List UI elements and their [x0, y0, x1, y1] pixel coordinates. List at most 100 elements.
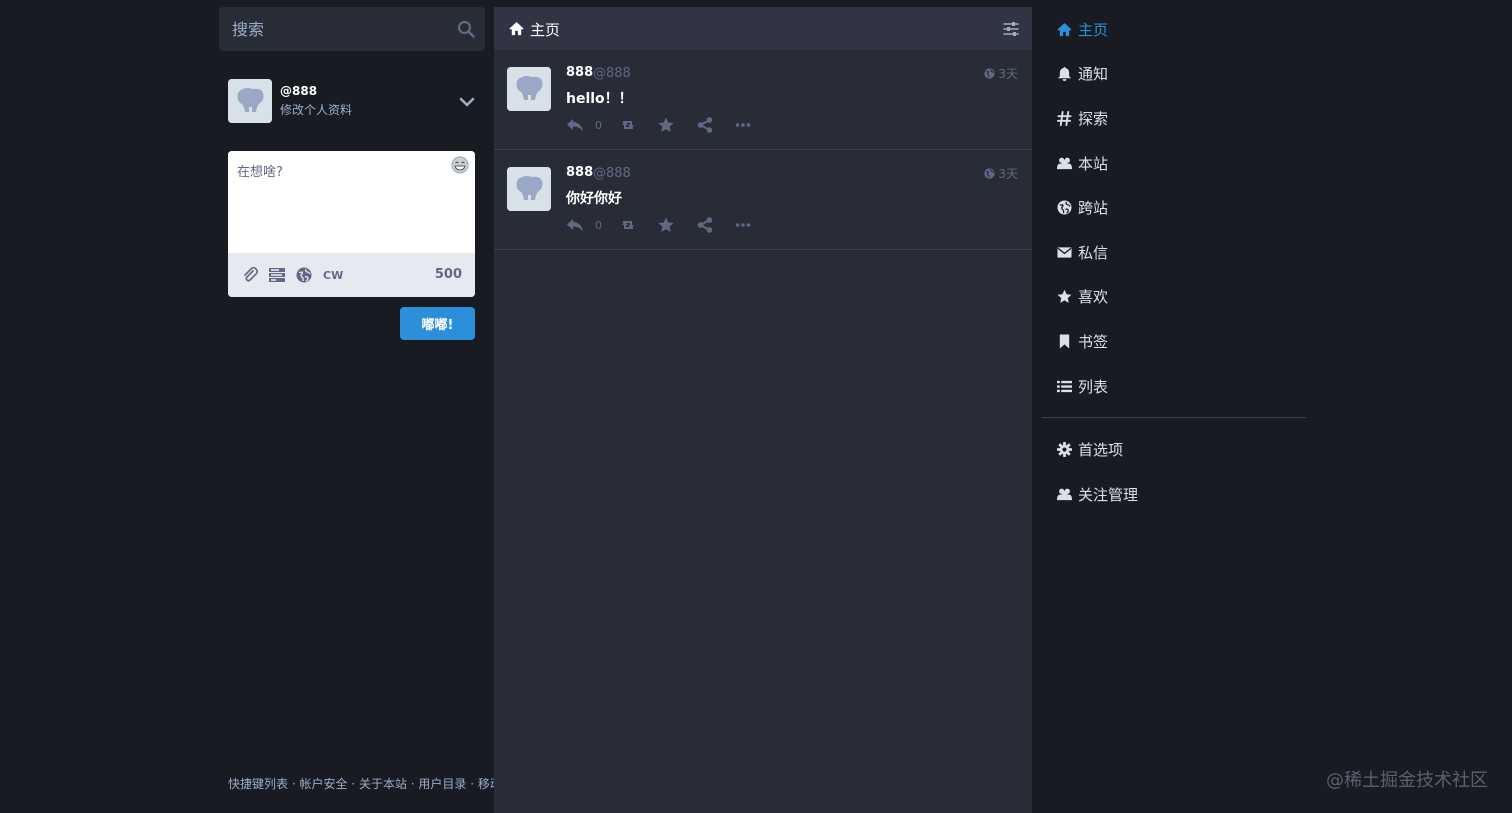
reply-button[interactable]	[566, 216, 584, 234]
nav-settings-list: 首选项 关注管理	[1042, 427, 1306, 516]
poll-icon[interactable]	[269, 267, 285, 283]
reply-icon	[567, 219, 583, 232]
display-name[interactable]: 888	[566, 65, 593, 80]
retweet-icon	[622, 121, 634, 129]
elephant-avatar-icon	[507, 67, 551, 111]
share-button[interactable]	[696, 216, 714, 234]
bookmark-icon	[1059, 334, 1070, 349]
favourite-button[interactable]	[657, 116, 675, 134]
favourite-button[interactable]	[657, 216, 675, 234]
footer-separator: ·	[466, 777, 478, 791]
compose-textarea[interactable]	[228, 151, 475, 253]
status[interactable]: 888 @888 3天 hello！！ 0	[494, 50, 1032, 150]
users-icon	[1057, 157, 1072, 169]
nav-item-label: 首选项	[1078, 441, 1124, 460]
nav-item[interactable]: 列表	[1042, 364, 1306, 409]
search-input[interactable]	[219, 7, 485, 51]
bell-icon	[1057, 67, 1072, 82]
nav-item[interactable]: 首选项	[1042, 427, 1306, 472]
home-timeline-column: 主页 888 @888 3天 hello！！ 0 888 @888 3天 你好你好 0	[494, 7, 1032, 813]
star-icon	[1057, 290, 1072, 304]
edit-profile-link[interactable]: 修改个人资料	[280, 101, 352, 118]
reply-count: 0	[595, 219, 602, 232]
elephant-avatar-icon	[507, 167, 551, 211]
display-name[interactable]: 888	[566, 165, 593, 180]
footer-links: 快捷键列表 · 帐户安全 · 关于本站 · 用户目录 · 移动应用 · 使用条款…	[228, 776, 692, 793]
account-card: @888 修改个人资料	[228, 79, 476, 125]
column-settings-icon[interactable]	[1003, 21, 1019, 37]
column-header[interactable]: 主页	[494, 7, 1032, 50]
nav-item[interactable]: 私信	[1042, 230, 1306, 275]
status-actions: 0	[566, 216, 866, 236]
elephant-avatar-icon	[228, 79, 272, 123]
status-time[interactable]: 3天	[984, 65, 1018, 82]
globe-icon[interactable]	[296, 267, 312, 283]
column-title: 主页	[530, 21, 561, 39]
more-button[interactable]	[734, 116, 752, 134]
status-time-label: 3天	[998, 167, 1018, 181]
nav-main-list: 主页 通知探索本站跨站私信喜欢书签 列表	[1042, 7, 1306, 408]
share-icon	[697, 217, 713, 233]
username[interactable]: @888	[593, 166, 631, 181]
reply-button[interactable]	[566, 116, 584, 134]
footer-link[interactable]: 快捷键列表	[228, 777, 288, 791]
retweet-icon	[622, 221, 634, 229]
app: @888 修改个人资料	[0, 0, 1512, 813]
footer-link[interactable]: 关于本站	[359, 777, 407, 791]
nav-item[interactable]: 跨站	[1042, 185, 1306, 230]
more-button[interactable]	[734, 216, 752, 234]
nav-item-label: 探索	[1078, 109, 1109, 128]
avatar[interactable]	[228, 79, 272, 123]
status-actions: 0	[566, 116, 866, 136]
status-content: hello！！	[566, 91, 633, 107]
publish-button[interactable]: 嘟嘟!	[400, 307, 475, 340]
reply-count: 0	[595, 119, 602, 132]
list-icon	[1057, 380, 1072, 392]
users-icon	[1057, 488, 1072, 500]
compose-panel: @888 修改个人资料	[219, 7, 692, 813]
status-content: 你好你好	[566, 191, 622, 207]
reply-icon	[567, 119, 583, 132]
boost-button[interactable]	[619, 216, 637, 234]
footer-separator: ·	[406, 777, 419, 791]
emoji-picker-icon[interactable]	[451, 156, 469, 174]
status-time-label: 3天	[998, 67, 1018, 81]
nav-item[interactable]: 关注管理	[1042, 472, 1306, 517]
gear-icon	[1057, 442, 1072, 458]
nav-item[interactable]: 本站	[1042, 141, 1306, 186]
status-list: 888 @888 3天 hello！！ 0 888 @888 3天 你好你好 0	[494, 50, 1032, 250]
share-button[interactable]	[696, 116, 714, 134]
footer-link[interactable]: 帐户安全	[299, 777, 347, 791]
nav-item[interactable]: 主页	[1042, 7, 1306, 52]
boost-button[interactable]	[619, 116, 637, 134]
search-icon[interactable]	[457, 20, 475, 38]
footer-separator: ·	[288, 777, 300, 791]
home-icon	[509, 21, 524, 36]
nav-item-label: 私信	[1078, 243, 1109, 262]
paperclip-icon[interactable]	[242, 267, 258, 283]
nav-item[interactable]: 探索	[1042, 96, 1306, 141]
nav-item-label: 关注管理	[1078, 485, 1139, 504]
search-box	[219, 7, 485, 51]
nav-item[interactable]: 书签	[1042, 319, 1306, 364]
status[interactable]: 888 @888 3天你好你好 0	[494, 150, 1032, 250]
nav-item-label: 喜欢	[1078, 288, 1109, 307]
nav-item[interactable]: 喜欢	[1042, 275, 1306, 320]
avatar[interactable]	[507, 67, 551, 111]
account-handle[interactable]: @888	[280, 84, 317, 98]
compose-form: CW 500	[228, 151, 475, 297]
chevron-down-icon[interactable]	[458, 93, 476, 111]
nav-item-label: 跨站	[1078, 199, 1109, 218]
nav-item[interactable]: 通知	[1042, 52, 1306, 97]
username[interactable]: @888	[593, 66, 631, 81]
footer-link[interactable]: 用户目录	[418, 777, 466, 791]
character-counter: 500	[434, 267, 462, 282]
globe-icon	[984, 168, 996, 179]
hashtag-icon	[1057, 110, 1072, 126]
envelope-icon	[1057, 247, 1072, 258]
avatar[interactable]	[507, 167, 551, 211]
status-time[interactable]: 3天	[984, 165, 1018, 182]
content-warning-toggle[interactable]: CW	[323, 269, 343, 282]
globe-icon	[1057, 200, 1072, 215]
globe-icon	[984, 68, 996, 79]
